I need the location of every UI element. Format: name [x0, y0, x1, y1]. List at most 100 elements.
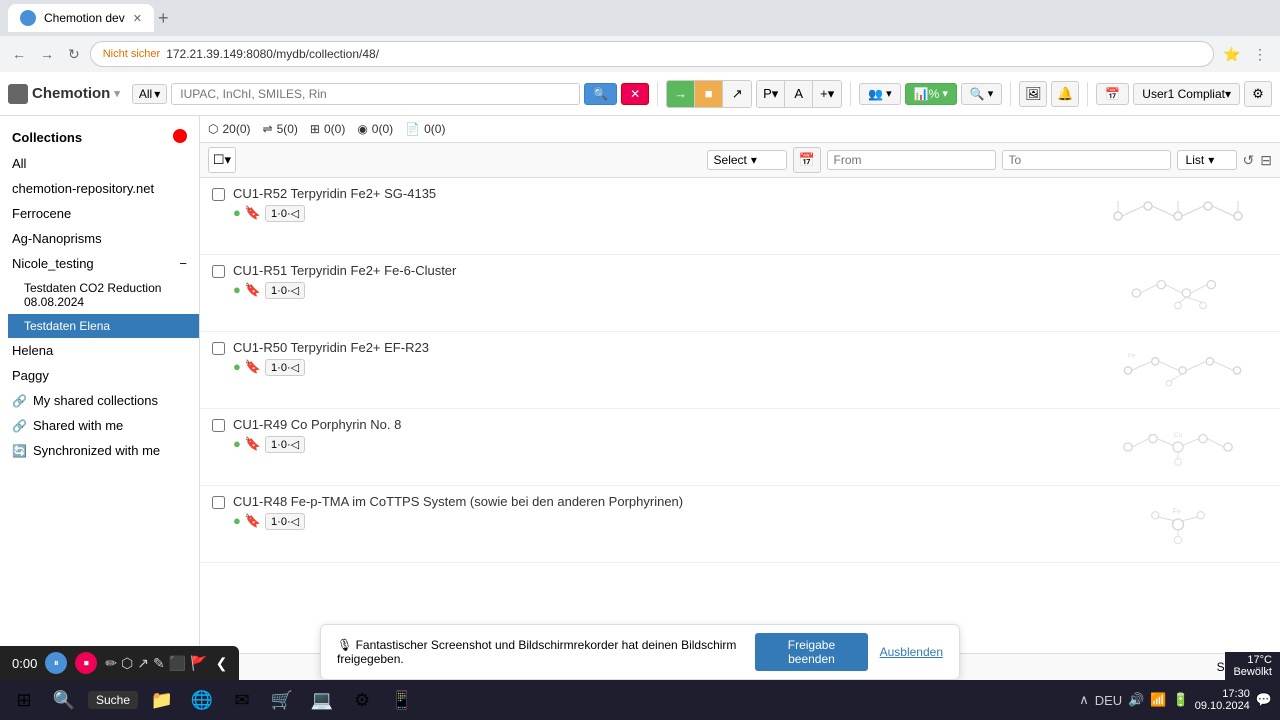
sidebar-item-shared-with-me[interactable]: 🔗 Shared with me: [0, 413, 199, 438]
browser-tab[interactable]: Chemotion dev ✕: [8, 4, 154, 32]
sidebar-item-ferrocene[interactable]: Ferrocene: [0, 201, 199, 226]
search-button[interactable]: 🔍: [584, 83, 617, 105]
item-1-tags: ● 🔖 1·0·◁: [233, 205, 1088, 222]
filter-icon[interactable]: ⊟: [1260, 152, 1272, 169]
security-label: Nicht sicher: [103, 48, 160, 60]
main-layout: Collections All chemotion-repository.net…: [0, 116, 1280, 680]
item-1-checkbox[interactable]: [212, 188, 225, 201]
select-dropdown[interactable]: Select ▾: [707, 150, 787, 170]
tab-screens[interactable]: ◉ 0(0): [357, 122, 393, 136]
item-3-checkbox[interactable]: [212, 342, 225, 355]
rec-tool-3[interactable]: ↗: [137, 655, 149, 672]
to-date-input[interactable]: [1002, 150, 1171, 170]
taskbar-dev[interactable]: 💻: [306, 684, 338, 716]
ausblenden-button[interactable]: Ausblenden: [880, 645, 943, 659]
rec-tool-2[interactable]: ⬡: [121, 655, 133, 672]
recording-collapse[interactable]: ❮: [216, 655, 228, 672]
list-view-dropdown[interactable]: List ▾: [1177, 150, 1237, 170]
sidebar-item-my-shared[interactable]: 🔗 My shared collections: [0, 388, 199, 413]
sidebar-sub-nicole: Testdaten CO2 Reduction 08.08.2024 Testd…: [0, 276, 199, 338]
chart-button[interactable]: 📊%▾: [905, 83, 957, 105]
sidebar-item-shared-with-me-label: Shared with me: [33, 418, 123, 433]
zoom-button[interactable]: 🔍▾: [961, 83, 1002, 105]
taskbar-app[interactable]: 📱: [386, 684, 418, 716]
taskbar-settings[interactable]: ⚙: [346, 684, 378, 716]
bell-button[interactable]: 🔔: [1051, 81, 1079, 107]
from-date-input[interactable]: [827, 150, 996, 170]
taskbar-tray: ∧ DEU 🔊 📶 🔋 17:30 09.10.2024 💬: [1079, 688, 1272, 712]
clear-search-button[interactable]: ✕: [621, 83, 649, 105]
sidebar-item-chemotion[interactable]: chemotion-repository.net: [0, 176, 199, 201]
sidebar-item-testdaten-elena[interactable]: Testdaten Elena: [8, 314, 199, 338]
taskbar-explorer[interactable]: 🌐: [186, 684, 218, 716]
sidebar-item-paggy[interactable]: Paggy: [0, 363, 199, 388]
recording-pause-button[interactable]: ⏸: [45, 652, 67, 674]
calendar-icon-button[interactable]: 📅: [793, 147, 821, 173]
recording-stop-button[interactable]: ⏹: [75, 652, 97, 674]
freigabe-beenden-button[interactable]: Freigabe beenden: [755, 633, 867, 671]
collapse-icon[interactable]: −: [179, 256, 187, 271]
sidebar-item-nicole[interactable]: Nicole_testing −: [0, 251, 199, 276]
settings-button[interactable]: ⚙: [1244, 81, 1272, 107]
taskbar-mail[interactable]: ✉: [226, 684, 258, 716]
tray-network[interactable]: 📶: [1150, 692, 1166, 708]
sidebar-item-helena[interactable]: Helena: [0, 338, 199, 363]
new-tab-button[interactable]: +: [158, 8, 169, 29]
tray-volume[interactable]: 🔊: [1128, 692, 1144, 708]
item-5-molecule-svg: Fe: [1098, 499, 1258, 549]
sidebar-item-synchronized[interactable]: 🔄 Synchronized with me: [0, 438, 199, 463]
menu-button[interactable]: ⋮: [1248, 42, 1272, 66]
url-text: 172.21.39.149:8080/mydb/collection/48/: [166, 47, 1201, 61]
user-menu-button[interactable]: User1 Compliat▾: [1133, 83, 1240, 105]
wellplates-count: 0(0): [324, 122, 345, 136]
tab-reactions[interactable]: ⇌ 5(0): [263, 122, 298, 136]
address-bar[interactable]: Nicht sicher 172.21.39.149:8080/mydb/col…: [90, 41, 1214, 67]
square-button[interactable]: ■: [695, 81, 723, 107]
taskbar-search[interactable]: Suche: [88, 691, 138, 709]
rec-tool-1[interactable]: ✏: [105, 655, 117, 672]
list-select-checkbox[interactable]: ☐▾: [208, 147, 236, 173]
search-input[interactable]: [171, 83, 580, 105]
tab-wellplates[interactable]: ⊞ 0(0): [310, 122, 345, 136]
rec-tool-4[interactable]: ✎: [153, 655, 165, 672]
users-button[interactable]: 👥▾: [859, 83, 900, 105]
plus-button[interactable]: +▾: [813, 81, 841, 107]
item-2-title: CU1-R51 Terpyridin Fe2+ Fe-6-Cluster: [233, 263, 1088, 278]
sidebar-item-ag-nanoprisms[interactable]: Ag-Nanoprisms: [0, 226, 199, 251]
sidebar-item-all[interactable]: All: [0, 151, 199, 176]
forward-button[interactable]: →: [36, 42, 58, 66]
calendar-button[interactable]: 📅: [1096, 83, 1129, 105]
content-tabs: ⬡ 20(0) ⇌ 5(0) ⊞ 0(0) ◉ 0(0) 📄 0(0): [200, 116, 1280, 143]
taskbar-store[interactable]: 🛒: [266, 684, 298, 716]
share-button[interactable]: ↗: [723, 81, 751, 107]
refresh-icon[interactable]: ↺: [1243, 152, 1255, 169]
app-toolbar: Chemotion ▾ All ▾ 🔍 ✕ → ■ ↗ P▾ A +▾ 👥▾ 📊…: [0, 72, 1280, 116]
image-button[interactable]: 🖼: [1019, 81, 1047, 107]
search-taskbar-icon[interactable]: 🔍: [48, 684, 80, 716]
p-button[interactable]: P▾: [757, 81, 785, 107]
a-button[interactable]: A: [785, 81, 813, 107]
notification-center-icon[interactable]: 💬: [1256, 692, 1272, 708]
sidebar-item-testdaten-co2[interactable]: Testdaten CO2 Reduction 08.08.2024: [8, 276, 199, 314]
start-button[interactable]: ⊞: [8, 684, 40, 716]
tab-close-button[interactable]: ✕: [133, 12, 142, 25]
item-4-checkbox[interactable]: [212, 419, 225, 432]
taskbar-files[interactable]: 📁: [146, 684, 178, 716]
tab-molecules[interactable]: ⬡ 20(0): [208, 122, 251, 136]
item-2-checkbox[interactable]: [212, 265, 225, 278]
rec-tool-5[interactable]: ⬛: [169, 655, 186, 672]
tab-research[interactable]: 📄 0(0): [405, 122, 445, 136]
sidebar-item-chemotion-label: chemotion-repository.net: [12, 181, 154, 196]
item-3-tags: ● 🔖 1·0·◁: [233, 359, 1088, 376]
search-type-dropdown[interactable]: All ▾: [132, 84, 167, 104]
action-group-2: P▾ A +▾: [756, 80, 842, 108]
tray-battery[interactable]: 🔋: [1173, 692, 1189, 708]
extensions-button[interactable]: ⭐: [1220, 42, 1244, 66]
item-5-bookmark: 🔖: [245, 513, 261, 530]
back-button[interactable]: ←: [8, 42, 30, 66]
item-2-body: CU1-R51 Terpyridin Fe2+ Fe-6-Cluster ● 🔖…: [233, 263, 1088, 299]
rec-tool-6[interactable]: 🚩: [190, 655, 207, 672]
item-5-checkbox[interactable]: [212, 496, 225, 509]
arrow-right-button[interactable]: →: [667, 81, 695, 107]
reload-button[interactable]: ↻: [64, 42, 84, 67]
